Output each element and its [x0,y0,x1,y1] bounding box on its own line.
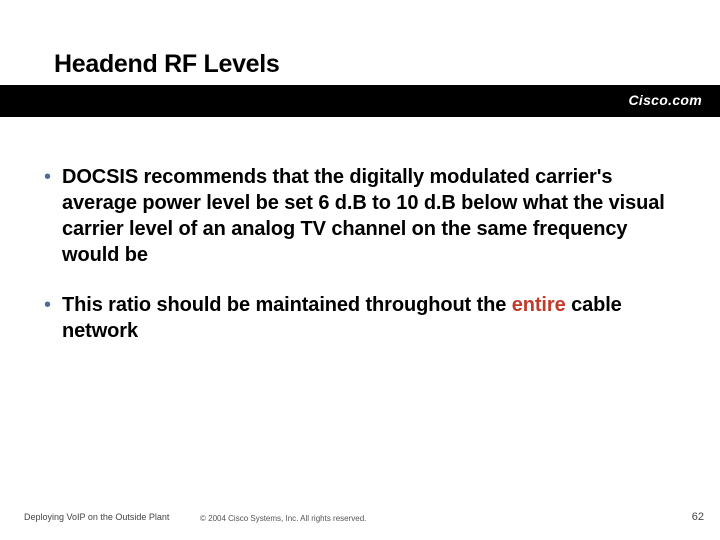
bullet-text-a: This ratio should be maintained througho… [62,294,512,316]
bullet-item: • DOCSIS recommends that the digitally m… [44,164,670,268]
header-stripe [0,85,720,117]
footer-left: Deploying VoIP on the Outside Plant [24,512,174,523]
slide-title: Headend RF Levels [54,50,280,79]
bullet-item: • This ratio should be maintained throug… [44,292,670,344]
footer: Deploying VoIP on the Outside Plant © 20… [0,495,720,525]
slide: Headend RF Levels Cisco.com • DOCSIS rec… [0,0,720,540]
bullet-dot-icon: • [44,292,58,344]
bullet-highlight: entire [512,294,566,316]
slide-body: • DOCSIS recommends that the digitally m… [44,140,670,344]
bullet-text: DOCSIS recommends that the digitally mod… [62,164,670,268]
bullet-dot-icon: • [44,164,58,268]
bullet-text: This ratio should be maintained througho… [62,292,670,344]
bullet-text-a: DOCSIS recommends that the digitally mod… [62,166,665,266]
page-number: 62 [692,511,704,523]
footer-copyright: © 2004 Cisco Systems, Inc. All rights re… [200,514,366,523]
brand-logo-text: Cisco.com [629,92,703,108]
title-area: Headend RF Levels [54,50,280,79]
